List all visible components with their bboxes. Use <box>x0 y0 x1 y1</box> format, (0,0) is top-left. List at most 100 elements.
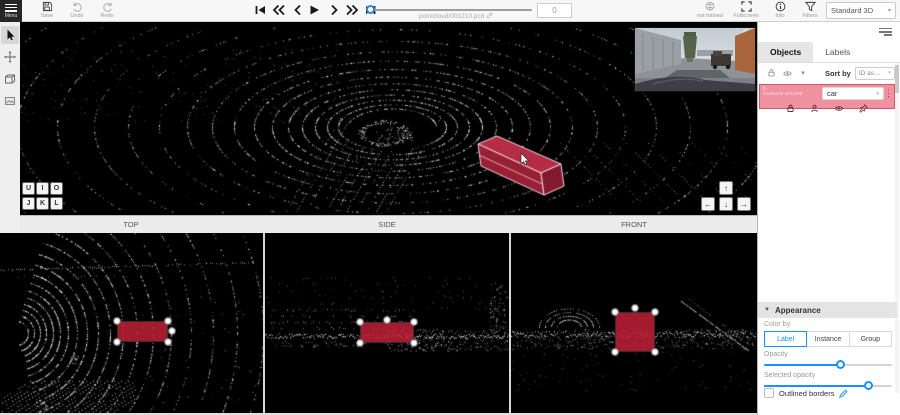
eye-icon <box>834 104 844 113</box>
move-icon <box>4 51 16 63</box>
timeline-slider[interactable] <box>370 9 532 11</box>
main-menu-button[interactable]: Menu <box>0 0 22 22</box>
lock-all-button[interactable] <box>763 68 779 78</box>
object-class-select[interactable]: car ▾ <box>822 87 884 100</box>
opacity-slider-thumb[interactable] <box>836 360 845 369</box>
lock-icon <box>767 68 776 78</box>
nav-left-button[interactable]: ← <box>701 197 715 211</box>
outlined-borders-checkbox[interactable] <box>764 388 774 398</box>
hotkey-j-button[interactable]: J <box>22 197 35 210</box>
layout-mode-value: Standard 3D <box>831 6 873 15</box>
image-icon <box>4 95 16 107</box>
side-view-canvas[interactable] <box>265 233 509 413</box>
object-author-button[interactable] <box>810 100 819 118</box>
fast-backward-button[interactable] <box>270 3 286 17</box>
fullscreen-button[interactable]: Fullscreen <box>732 1 760 21</box>
pin-icon <box>859 104 868 113</box>
opacity-slider[interactable] <box>764 360 892 370</box>
select-tool-button[interactable] <box>1 26 19 44</box>
outlined-borders-row: Outlined borders <box>764 388 848 398</box>
edit-outline-pencil-icon[interactable] <box>839 389 848 398</box>
save-label: Save <box>41 13 54 19</box>
step-backward-button[interactable] <box>289 3 305 17</box>
object-menu-button[interactable]: ⋮ <box>884 88 893 98</box>
redo-button[interactable]: Redo <box>93 1 121 21</box>
fullscreen-icon <box>741 1 752 12</box>
sort-order-select[interactable]: ID as… ▾ <box>855 67 895 80</box>
hotkey-o-button[interactable]: O <box>50 182 63 195</box>
front-view-canvas[interactable] <box>511 233 757 413</box>
object-class-value: car <box>827 89 837 98</box>
skip-start-icon <box>254 4 267 16</box>
undo-label: Undo <box>70 13 83 19</box>
color-by-instance-button[interactable]: Instance <box>807 331 849 347</box>
info-button[interactable]: Info <box>766 1 794 21</box>
object-visibility-button[interactable] <box>834 100 844 118</box>
color-by-group-button[interactable]: Group <box>850 331 892 347</box>
cuboid-tool-button[interactable] <box>1 70 19 88</box>
eye-icon <box>782 69 793 78</box>
pan-tool-button[interactable] <box>1 48 19 66</box>
play-button[interactable] <box>306 3 322 17</box>
fullscreen-label: Fullscreen <box>733 13 758 19</box>
timeline-thumb[interactable] <box>366 5 375 14</box>
selected-opacity-slider-thumb[interactable] <box>864 381 873 390</box>
hotkey-l-button[interactable]: L <box>50 197 63 210</box>
filters-button[interactable]: Filters <box>796 1 824 21</box>
filter-icon <box>805 1 816 12</box>
save-button[interactable]: Save <box>33 1 61 21</box>
chevron-down-icon: ▾ <box>876 91 879 97</box>
layout-mode-select[interactable]: Standard 3D ▾ <box>826 2 896 19</box>
camera-preview-thumbnail[interactable] <box>635 28 755 91</box>
cuboid-icon <box>4 73 16 85</box>
appearance-title: Appearance <box>775 306 821 315</box>
object-action-icons <box>760 100 894 118</box>
panel-scrollbar[interactable] <box>895 63 899 393</box>
play-icon <box>308 4 320 16</box>
redo-icon <box>102 1 113 12</box>
expand-all-button[interactable]: ▾ <box>795 69 811 77</box>
object-lock-button[interactable] <box>786 100 795 118</box>
object-list-item-car[interactable]: 5 CUBOID SHAPE car ▾ ⋮ <box>759 84 895 109</box>
panel-settings-icon[interactable] <box>879 28 892 38</box>
pointer-icon <box>4 29 16 41</box>
top-view-canvas[interactable] <box>0 233 263 413</box>
tab-labels[interactable]: Labels <box>813 42 862 62</box>
save-icon <box>42 1 53 12</box>
main-3d-viewport[interactable]: U I O J K L ↑ ← ↓ → <box>20 22 757 215</box>
hotkey-i-button[interactable]: I <box>36 182 49 195</box>
undo-icon <box>72 1 83 12</box>
person-icon <box>810 104 819 113</box>
step-forward-icon <box>329 4 340 16</box>
hamburger-icon <box>5 4 17 12</box>
annotation-app: Menu Save Undo Redo <box>0 0 900 415</box>
nav-right-button[interactable]: → <box>737 197 751 211</box>
image-tool-button[interactable] <box>1 92 19 110</box>
color-by-label-button[interactable]: Label <box>764 331 807 347</box>
link-icon <box>486 12 493 19</box>
visibility-all-button[interactable] <box>779 69 795 78</box>
fast-forward-button[interactable] <box>344 3 360 17</box>
info-label: Info <box>775 13 784 19</box>
appearance-section-header[interactable]: ▼ Appearance <box>758 302 897 318</box>
selected-opacity-label: Selected opacity <box>764 372 815 379</box>
not-trained-label: not trained <box>697 13 723 19</box>
object-list-controls: ▾ Sort by ID as… ▾ <box>758 63 900 83</box>
step-forward-button[interactable] <box>326 3 342 17</box>
objects-panel: Objects Labels ▾ Sort by ID as… ▾ <box>757 22 900 415</box>
object-geometry-type: CUBOID SHAPE <box>763 92 803 97</box>
hotkey-u-button[interactable]: U <box>22 182 35 195</box>
top-toolbar: Menu Save Undo Redo <box>0 0 900 22</box>
tab-objects[interactable]: Objects <box>758 42 813 62</box>
nav-down-button[interactable]: ↓ <box>719 197 733 211</box>
nn-not-trained-button[interactable]: not trained <box>696 1 724 21</box>
nav-up-button[interactable]: ↑ <box>719 181 733 195</box>
frame-number-input[interactable] <box>537 3 572 18</box>
ortho-view-label-strip: TOP SIDE FRONT <box>0 215 757 233</box>
undo-button[interactable]: Undo <box>63 1 91 21</box>
scrollbar-thumb[interactable] <box>895 65 899 93</box>
lock-icon <box>786 104 795 113</box>
hotkey-k-button[interactable]: K <box>36 197 49 210</box>
skip-to-start-button[interactable] <box>252 3 268 17</box>
object-pin-button[interactable] <box>859 100 868 118</box>
